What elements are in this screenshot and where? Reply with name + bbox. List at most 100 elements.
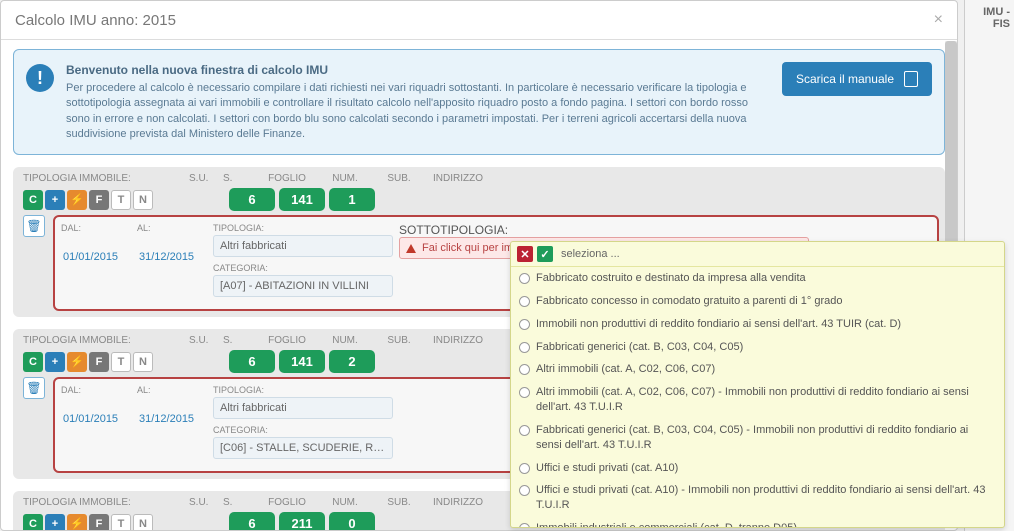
dropdown-option[interactable]: Fabbricati generici (cat. B, C03, C04, C… [511,419,1004,457]
welcome-title: Benvenuto nella nuova finestra di calcol… [66,62,770,79]
label-sotto: SOTTOTIPOLOGIA: [399,223,508,237]
tag-bolt-icon[interactable]: ⚡ [67,514,87,530]
radio-icon [519,273,530,284]
trash-icon[interactable]: 🗑 [23,377,45,399]
dropdown-option[interactable]: Fabbricati generici (cat. B, C03, C04, C… [511,336,1004,359]
tag-plus-icon[interactable]: + [45,190,65,210]
label-s: S. [223,497,251,508]
label-sub: SUB. [377,335,421,346]
tag-bolt-icon[interactable]: ⚡ [67,352,87,372]
label-indirizzo: INDIRIZZO [433,497,483,508]
field-categoria[interactable]: [A07] - ABITAZIONI IN VILLINI [213,275,393,297]
label-num: NUM. [319,173,371,184]
radio-icon [519,364,530,375]
field-categoria[interactable]: [C06] - STALLE, SCUDERIE, RIMESSE [213,437,393,459]
radio-icon [519,342,530,353]
close-icon[interactable]: × [934,11,943,29]
label-num: NUM. [319,497,371,508]
dropdown-option[interactable]: Immobili non produttivi di reddito fondi… [511,313,1004,336]
pill-num: 211 [279,512,325,530]
dropdown-option-label: Fabbricati generici (cat. B, C03, C04, C… [536,340,743,355]
label-indirizzo: INDIRIZZO [433,173,483,184]
pill-sub: 0 [329,512,375,530]
pill-foglio: 6 [229,512,275,530]
label-indirizzo: INDIRIZZO [433,335,483,346]
value-al[interactable]: 31/12/2015 [137,409,207,429]
dropdown-option-label: Altri immobili (cat. A, C02, C06, C07) -… [536,385,996,415]
tag-f-icon[interactable]: F [89,514,109,530]
tag-t-icon[interactable]: T [111,352,131,372]
dropdown-option[interactable]: Uffici e studi privati (cat. A10) - Immo… [511,479,1004,517]
label-s: S. [223,335,251,346]
pill-num: 141 [279,188,325,211]
dropdown-option-label: Immobili industriali e commerciali (cat.… [536,521,797,527]
label-su: S.U. [189,497,217,508]
trash-icon[interactable]: 🗑 [23,215,45,237]
dropdown-confirm-icon[interactable]: ✓ [537,246,553,262]
tag-c-icon[interactable]: C [23,190,43,210]
welcome-text: Benvenuto nella nuova finestra di calcol… [66,62,770,142]
dropdown-option[interactable]: Fabbricato costruito e destinato da impr… [511,267,1004,290]
type-tags: C + ⚡ F T N [23,352,153,372]
dropdown-option[interactable]: Immobili industriali e commerciali (cat.… [511,517,1004,527]
tag-t-icon[interactable]: T [111,190,131,210]
tag-bolt-icon[interactable]: ⚡ [67,190,87,210]
tag-n-icon[interactable]: N [133,352,153,372]
modal-title: Calcolo IMU anno: 2015 [15,12,176,29]
tag-n-icon[interactable]: N [133,514,153,530]
id-pills: 6 211 0 [229,512,375,530]
dropdown-option-label: Uffici e studi privati (cat. A10) - Immo… [536,483,996,513]
type-tags: C + ⚡ F T N [23,514,153,530]
dropdown-option-label: Fabbricati generici (cat. B, C03, C04, C… [536,423,996,453]
tag-c-icon[interactable]: C [23,352,43,372]
radio-icon [519,296,530,307]
tag-n-icon[interactable]: N [133,190,153,210]
dropdown-cancel-icon[interactable]: ✕ [517,246,533,262]
value-dal[interactable]: 01/01/2015 [61,247,131,267]
tag-f-icon[interactable]: F [89,190,109,210]
tag-t-icon[interactable]: T [111,514,131,530]
label-al: AL: [137,223,207,233]
block-header: TIPOLOGIA IMMOBILE: S.U. S. FOGLIO NUM. … [19,173,939,188]
warning-icon [406,244,416,253]
label-sub: SUB. [377,497,421,508]
field-tipologia[interactable]: Altri fabbricati [213,235,393,257]
tag-f-icon[interactable]: F [89,352,109,372]
pill-sub: 1 [329,188,375,211]
manual-btn-label: Scarica il manuale [796,72,894,86]
dropdown-option[interactable]: Fabbricato concesso in comodato gratuito… [511,290,1004,313]
label-su: S.U. [189,173,217,184]
download-manual-button[interactable]: Scarica il manuale [782,62,932,96]
label-dal: DAL: [61,385,131,395]
label-su: S.U. [189,335,217,346]
pill-foglio: 6 [229,188,275,211]
sottotipologia-dropdown: ✕ ✓ seleziona ... Fabbricato costruito e… [510,241,1005,528]
id-pills: 6 141 1 [229,188,375,211]
tag-plus-icon[interactable]: + [45,514,65,530]
dropdown-option[interactable]: Altri immobili (cat. A, C02, C06, C07) -… [511,381,1004,419]
dropdown-header: ✕ ✓ seleziona ... [511,242,1004,267]
type-tags: C + ⚡ F T N [23,190,153,210]
radio-icon [519,463,530,474]
tag-c-icon[interactable]: C [23,514,43,530]
label-tipologia: TIPOLOGIA IMMOBILE: [23,497,183,508]
pill-sub: 2 [329,350,375,373]
welcome-banner: ! Benvenuto nella nuova finestra di calc… [13,49,945,155]
dropdown-option-label: Fabbricato costruito e destinato da impr… [536,271,806,286]
label-num: NUM. [319,335,371,346]
modal-header: Calcolo IMU anno: 2015 × [1,1,957,40]
radio-icon [519,319,530,330]
pill-foglio: 6 [229,350,275,373]
field-tipologia[interactable]: Altri fabbricati [213,397,393,419]
label-tipologia-d: TIPOLOGIA: [213,223,393,233]
label-sub: SUB. [377,173,421,184]
dropdown-option[interactable]: Altri immobili (cat. A, C02, C06, C07) [511,358,1004,381]
label-dal: DAL: [61,223,131,233]
tag-plus-icon[interactable]: + [45,352,65,372]
label-al: AL: [137,385,207,395]
value-dal[interactable]: 01/01/2015 [61,409,131,429]
dropdown-list[interactable]: Fabbricato costruito e destinato da impr… [511,267,1004,527]
radio-icon [519,387,530,398]
dropdown-option[interactable]: Uffici e studi privati (cat. A10) [511,457,1004,480]
value-al[interactable]: 31/12/2015 [137,247,207,267]
